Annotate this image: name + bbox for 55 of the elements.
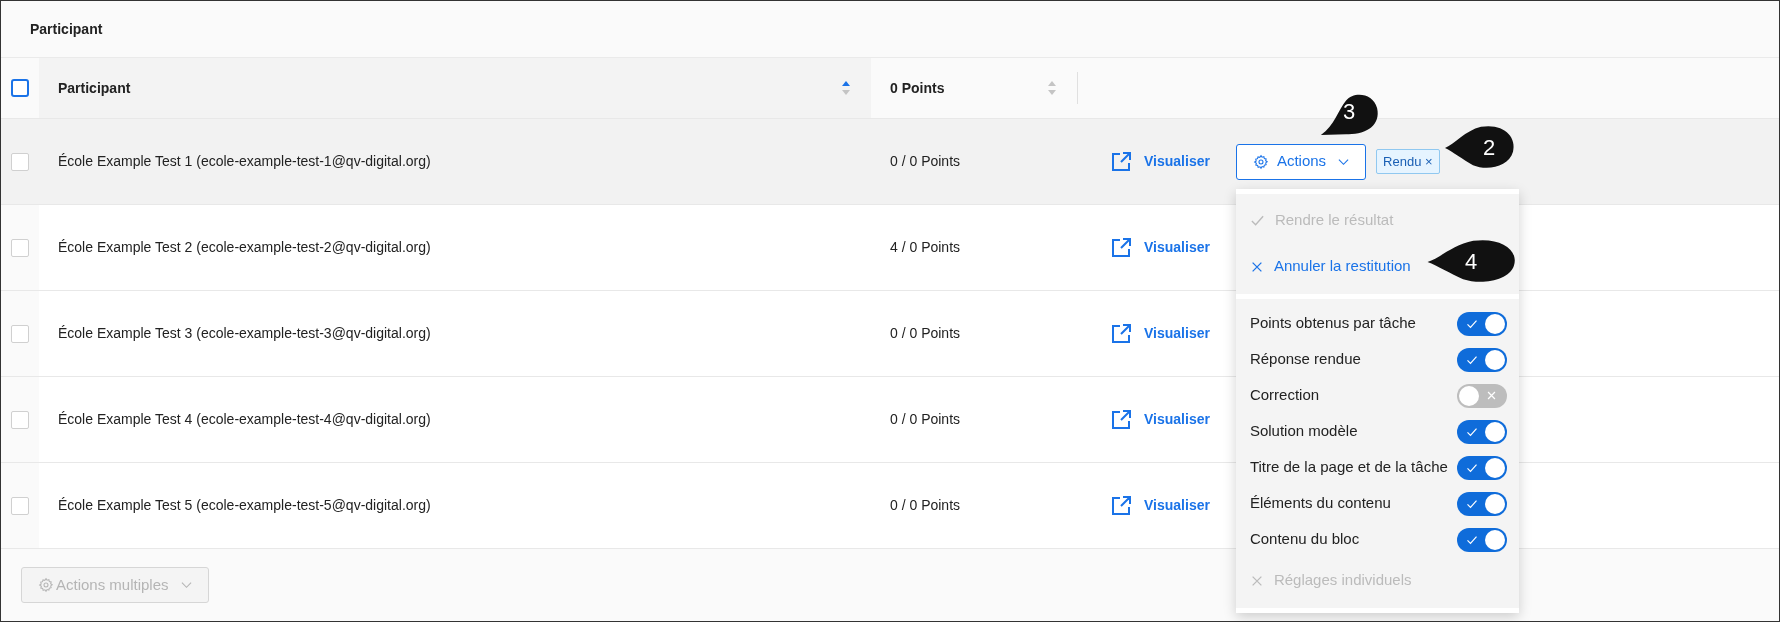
row-checkbox[interactable] — [11, 238, 29, 257]
points-cell-text: 0 / 0 Points — [890, 324, 961, 343]
toggle-switch[interactable] — [1456, 419, 1507, 444]
chevron-down-icon — [1338, 157, 1350, 166]
gear-icon — [38, 577, 54, 593]
points-cell-text: 4 / 0 Points — [890, 238, 961, 257]
toggle-switch[interactable] — [1456, 455, 1507, 480]
status-tag[interactable]: Rendu × — [1376, 148, 1440, 175]
row-checkbox[interactable] — [11, 324, 29, 343]
participant-cell-text: École Example Test 1 (ecole-example-test-1@qv-digital.org) — [58, 152, 431, 171]
points-cell-text: 0 / 0 Points — [890, 496, 961, 515]
row-checkbox[interactable] — [11, 152, 29, 171]
participant-cell-text: École Example Test 2 (ecole-example-test-2@qv-digital.org) — [58, 238, 431, 257]
column-header[interactable]: 0 Points — [890, 77, 945, 99]
menu-label: Réponse rendue — [1249, 349, 1361, 370]
menu-item[interactable]: Annuler la restitution — [1235, 243, 1413, 290]
row-checkbox[interactable] — [11, 410, 29, 429]
menu-label: Contenu du bloc — [1249, 529, 1360, 550]
callout-marker: 2 — [1443, 123, 1517, 171]
toggle-switch[interactable] — [1456, 527, 1507, 552]
participant-cell-text: École Example Test 3 (ecole-example-test-3@qv-digital.org) — [58, 324, 431, 343]
menu-label: Points obtenus par tâche — [1249, 313, 1416, 334]
menu-label: Correction — [1249, 385, 1320, 406]
section-title: Participant — [30, 19, 103, 39]
bulk-actions-button: Actions multiples — [21, 567, 209, 603]
select-all-checkbox[interactable] — [11, 79, 29, 97]
visualise-link[interactable]: Visualiser — [1110, 494, 1210, 517]
external-link-icon — [1110, 236, 1132, 259]
menu-label: Éléments du contenu — [1249, 493, 1391, 514]
points-cell-text: 0 / 0 Points — [890, 152, 961, 171]
toggle-switch[interactable] — [1456, 311, 1507, 336]
chevron-down-icon — [180, 581, 192, 589]
external-link-icon — [1110, 150, 1132, 173]
toggle-switch[interactable] — [1456, 347, 1507, 372]
close-icon — [1485, 390, 1497, 401]
column-header[interactable]: Participant — [58, 77, 131, 99]
actions-button[interactable]: Actions — [1235, 143, 1367, 180]
toggle-switch[interactable] — [1456, 383, 1507, 408]
row-checkbox[interactable] — [11, 496, 29, 515]
visualise-link[interactable]: Visualiser — [1110, 408, 1210, 431]
menu-label: Titre de la page et de la tâche — [1249, 457, 1448, 478]
visualise-link[interactable]: Visualiser — [1110, 322, 1210, 345]
external-link-icon — [1110, 408, 1132, 431]
menu-label: Solution modèle — [1249, 421, 1358, 442]
sort-icon[interactable] — [841, 80, 851, 96]
external-link-icon — [1110, 322, 1132, 345]
participant-cell-text: École Example Test 5 (ecole-example-test-5@qv-digital.org) — [58, 496, 431, 515]
visualise-link[interactable]: Visualiser — [1110, 150, 1210, 173]
external-link-icon — [1110, 494, 1132, 517]
check-icon — [1249, 213, 1265, 228]
toggle-switch[interactable] — [1456, 491, 1507, 516]
participant-cell-text: École Example Test 4 (ecole-example-test-4@qv-digital.org) — [58, 410, 431, 429]
gear-icon — [1252, 153, 1269, 170]
points-cell-text: 0 / 0 Points — [890, 410, 961, 429]
visualise-link[interactable]: Visualiser — [1110, 236, 1210, 259]
